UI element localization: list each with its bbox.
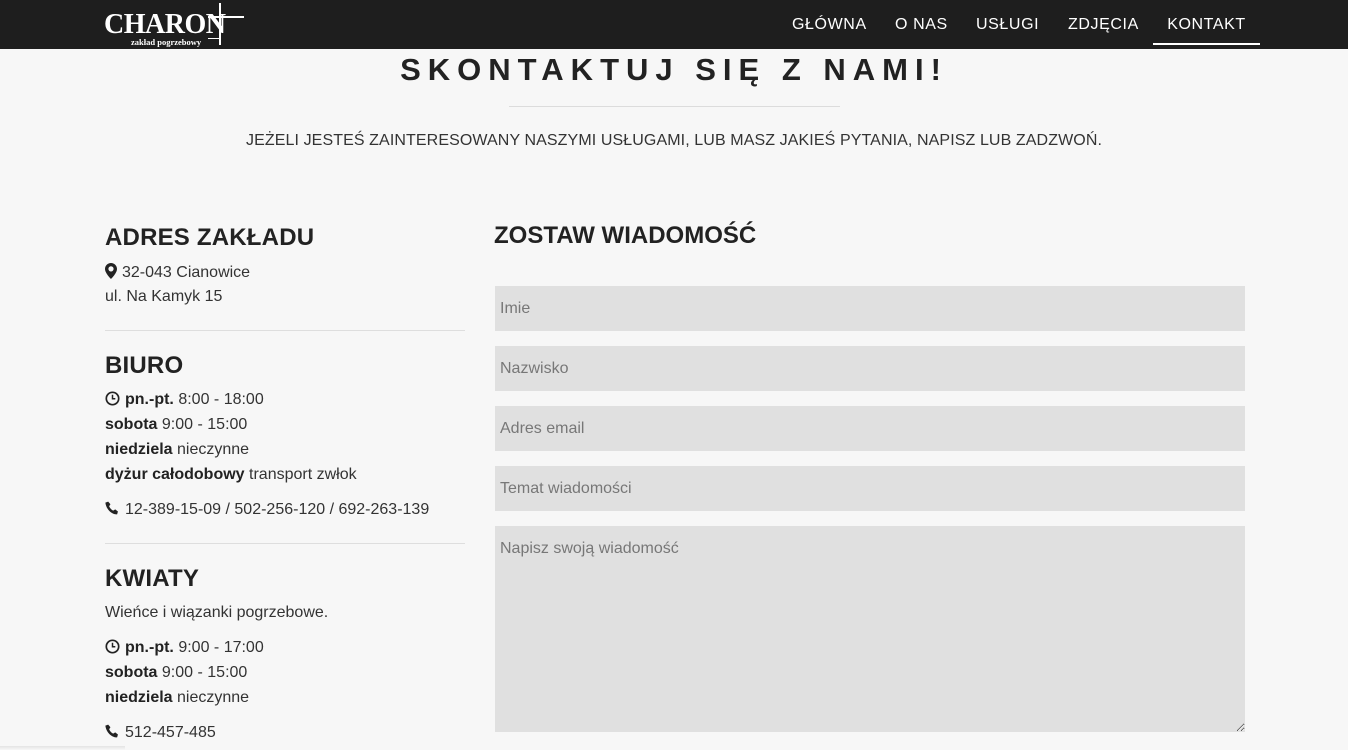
email-input[interactable]: [495, 406, 1245, 451]
flowers-hours-weekdays: pn.-pt. 9:00 - 17:00: [105, 639, 264, 659]
subject-input[interactable]: [495, 466, 1245, 511]
address-line-1: 32-043 Cianowice: [105, 263, 250, 284]
section-divider: [105, 330, 465, 331]
flowers-heading: KWIATY: [105, 565, 200, 592]
flowers-hours-saturday: sobota 9:00 - 15:00: [105, 664, 247, 682]
map-marker-icon: [105, 263, 117, 284]
message-textarea[interactable]: [495, 526, 1245, 732]
title-divider: [509, 106, 840, 107]
flowers-time-saturday: 9:00 - 15:00: [161, 664, 248, 681]
address-street: ul. Na Kamyk 15: [105, 288, 223, 305]
navbar: CHARON zakład pogrzebowy GŁÓWNA O NAS US…: [0, 0, 1348, 49]
office-day-sunday: niedziela: [105, 441, 173, 458]
page-title: SKONTAKTUJ SIĘ Z NAMI!: [400, 52, 948, 87]
office-time-weekdays: 8:00 - 18:00: [178, 391, 264, 408]
first-name-input[interactable]: [495, 286, 1245, 331]
phone-icon: [105, 501, 120, 521]
flowers-day-sunday: niedziela: [105, 689, 173, 706]
office-day-duty: dyżur całodobowy: [105, 466, 245, 483]
flowers-hours-sunday: niedziela nieczynne: [105, 689, 249, 707]
office-hours-saturday: sobota 9:00 - 15:00: [105, 416, 247, 434]
logo-subtitle: zakład pogrzebowy: [131, 37, 202, 47]
office-hours-duty: dyżur całodobowy transport zwłok: [105, 466, 357, 484]
office-hours-weekdays: pn.-pt. 8:00 - 18:00: [105, 391, 264, 411]
section-divider: [105, 543, 465, 544]
office-phone-line: 12-389-15-09 / 502-256-120 / 692-263-139: [105, 501, 429, 521]
flowers-time-weekdays: 9:00 - 17:00: [178, 639, 264, 656]
clock-icon: [105, 391, 120, 411]
office-hours-sunday: niedziela nieczynne: [105, 441, 249, 459]
logo-cross-horizontal: [208, 16, 244, 18]
office-heading: BIURO: [105, 352, 184, 379]
phone-icon: [105, 724, 120, 744]
office-time-saturday: 9:00 - 15:00: [161, 416, 248, 433]
address-heading: ADRES ZAKŁADU: [105, 224, 315, 251]
flowers-phone[interactable]: 512-457-485: [125, 724, 216, 741]
flowers-phone-line: 512-457-485: [105, 724, 216, 744]
nav-item-o-nas[interactable]: O NAS: [895, 0, 948, 45]
bottom-shadow: [0, 746, 125, 750]
office-phone[interactable]: 12-389-15-09 / 502-256-120 / 692-263-139: [125, 501, 429, 518]
logo-underline: [208, 38, 220, 39]
clock-icon: [105, 639, 120, 659]
office-day-weekdays: pn.-pt.: [125, 391, 174, 408]
address-city: 32-043 Cianowice: [122, 264, 251, 281]
flowers-description: Wieńce i wiązanki pogrzebowe.: [105, 604, 329, 621]
nav-item-glowna[interactable]: GŁÓWNA: [792, 0, 867, 45]
last-name-input[interactable]: [495, 346, 1245, 391]
flowers-day-saturday: sobota: [105, 664, 158, 681]
office-time-sunday: nieczynne: [177, 441, 250, 458]
logo[interactable]: CHARON zakład pogrzebowy: [104, 2, 246, 48]
flowers-time-sunday: nieczynne: [177, 689, 250, 706]
flowers-day-weekdays: pn.-pt.: [125, 639, 174, 656]
nav-item-zdjecia[interactable]: ZDJĘCIA: [1068, 0, 1139, 45]
office-day-saturday: sobota: [105, 416, 158, 433]
nav-item-kontakt[interactable]: KONTAKT: [1153, 0, 1260, 45]
page-subtitle: JEŻELI JESTEŚ ZAINTERESOWANY NASZYMI USŁ…: [245, 132, 1103, 149]
nav-item-uslugi[interactable]: USŁUGI: [976, 0, 1039, 45]
office-time-duty: transport zwłok: [249, 466, 357, 483]
form-heading: ZOSTAW WIADOMOŚĆ: [494, 222, 757, 249]
